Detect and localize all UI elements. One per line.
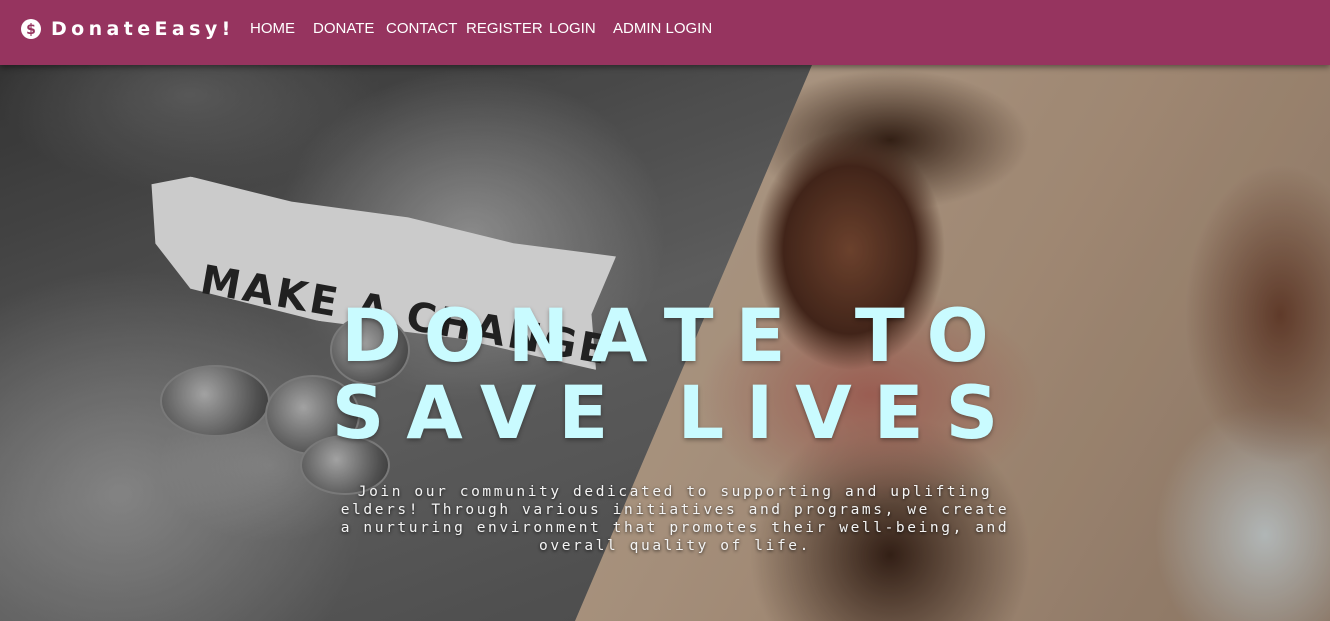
svg-text:$: $ [26, 22, 36, 38]
nav-donate-link[interactable]: DONATE [313, 20, 374, 38]
brand-link[interactable]: $ DonateEasy! [21, 17, 235, 41]
nav-login-link[interactable]: LOGIN [549, 20, 596, 38]
hero-banner: MAKE A CHANGE DONATE TO SAVE LIVES Join … [0, 65, 1330, 621]
hero-description: Join our community dedicated to supporti… [340, 484, 1010, 554]
dollar-circle-icon: $ [21, 19, 41, 39]
top-navbar: $ DonateEasy! HOME DONATE CONTACT REGIST… [0, 0, 1330, 65]
hero-title-line2: SAVE LIVES [331, 371, 1021, 456]
nav-contact-link[interactable]: CONTACT [386, 20, 457, 38]
nav-admin-login-link[interactable]: ADMIN LOGIN [613, 20, 712, 38]
brand-name: DonateEasy! [51, 18, 235, 40]
hero-title-line1: DONATE TO [341, 294, 1011, 379]
hero-title: DONATE TO SAVE LIVES [0, 298, 1330, 452]
nav-home-link[interactable]: HOME [250, 20, 295, 38]
nav-register-link[interactable]: REGISTER [466, 20, 543, 38]
